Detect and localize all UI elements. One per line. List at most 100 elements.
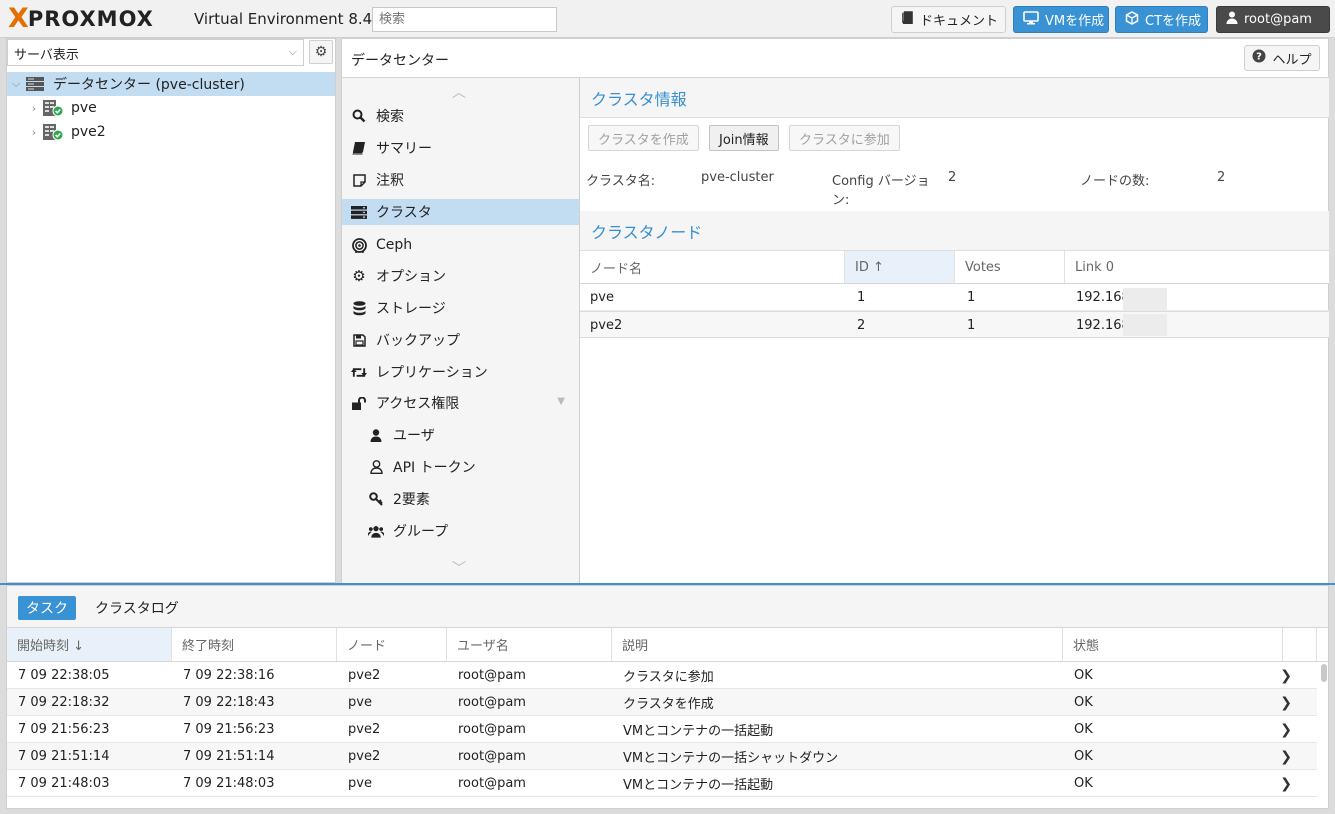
menu-item-options[interactable]: ⚙ オプション [342,263,579,289]
cell-node: pve2 [348,668,381,683]
column-header-id[interactable]: ID ↑ [845,251,955,283]
chevron-right-icon[interactable]: ❯ [1280,716,1292,743]
bottom-tab-bar: タスク クラスタログ [7,586,1328,628]
column-header-node-name[interactable]: ノード名 [580,251,845,283]
chevron-right-icon[interactable]: ❯ [1280,689,1292,716]
help-button[interactable]: ? ヘルプ [1244,45,1320,71]
user-menu-button[interactable]: root@pam [1216,6,1330,33]
table-row[interactable]: 7 09 22:38:05 7 09 22:38:16 pve2 root@pa… [7,662,1317,689]
cell-end-time: 7 09 21:51:14 [183,749,275,764]
menu-item-storage[interactable]: ストレージ [342,295,579,321]
tree-item-node-pve[interactable]: › pve [7,96,335,120]
tree-item-datacenter[interactable]: ⌵ データセンター (pve-cluster) [7,72,335,96]
column-header-end-time[interactable]: 終了時刻 [172,628,337,661]
menu-item-label: 注釈 [376,173,404,189]
menu-item-cluster[interactable]: クラスタ [342,199,579,225]
node-count-label: ノードの数: [1080,174,1150,189]
redaction-block [1123,314,1167,336]
chevron-down-icon: ⌵ [288,45,297,58]
tasks-grid-header: 開始時刻 ↓ 終了時刻 ノード ユーザ名 説明 状態 [7,628,1328,662]
scroll-up-icon[interactable]: ︿ [452,82,466,102]
menu-item-replication[interactable]: レプリケーション [342,359,579,385]
table-row[interactable]: 7 09 21:48:03 7 09 21:48:03 pve root@pam… [7,770,1317,797]
column-header-user[interactable]: ユーザ名 [447,628,612,661]
column-header-description[interactable]: 説明 [612,628,1063,661]
menu-item-label: アクセス権限 [376,396,460,412]
key-icon [368,492,384,506]
tree-item-label: データセンター (pve-cluster) [53,77,245,93]
menu-item-ceph[interactable]: Ceph [342,232,579,258]
menu-item-search[interactable]: 検索 [342,103,579,129]
menu-item-backup[interactable]: バックアップ [342,327,579,353]
menu-item-groups[interactable]: グループ [342,518,579,544]
search-icon [351,109,367,123]
column-header-status[interactable]: 状態 [1063,628,1283,661]
cell-start-time: 7 09 21:51:14 [18,749,110,764]
view-selector-value: サーバ表示 [14,48,79,63]
tree-item-node-pve2[interactable]: › pve2 [7,120,335,144]
desktop-icon [1023,10,1039,29]
scrollbar-thumb[interactable] [1321,664,1327,682]
table-row[interactable]: 7 09 21:51:14 7 09 21:51:14 pve2 root@pa… [7,743,1317,770]
menu-item-permissions[interactable]: アクセス権限 ▼ [342,390,579,416]
proxmox-logo[interactable]: X PROXMOX [8,5,154,32]
create-ct-button[interactable]: CTを作成 [1115,6,1208,33]
join-cluster-button[interactable]: クラスタに参加 [789,125,900,151]
cluster-nodes-heading: クラスタノード [580,211,1329,251]
menu-item-label: グループ [393,524,449,540]
cell-start-time: 7 09 22:18:32 [18,695,110,710]
chevron-right-icon[interactable]: ❯ [1280,743,1292,770]
chevron-right-icon[interactable]: ❯ [1280,770,1292,797]
table-row[interactable]: pve2 2 1 192.168 [580,311,1329,338]
caret-down-icon[interactable]: ▼ [557,396,565,407]
content-header: データセンター ? ヘルプ [341,38,1329,78]
table-row[interactable]: 7 09 21:56:23 7 09 21:56:23 pve2 root@pa… [7,716,1317,743]
tasks-scrollbar[interactable] [1320,664,1328,804]
gear-icon: ⚙ [314,44,328,60]
menu-item-notes[interactable]: 注釈 [342,167,579,193]
cell-node-name: pve [590,290,614,305]
cell-status: OK [1074,776,1093,791]
column-header-link0[interactable]: Link 0 [1065,251,1329,283]
menu-item-label: クラスタ [376,205,432,221]
menu-item-users[interactable]: ユーザ [342,422,579,448]
cell-node: pve [348,776,372,791]
chevron-right-icon[interactable]: › [27,126,41,139]
column-header-node[interactable]: ノード [337,628,447,661]
menu-item-api-tokens[interactable]: API トークン [342,454,579,480]
search-input[interactable] [372,7,557,32]
menu-item-label: ストレージ [376,301,446,317]
logo-wordmark: PROXMOX [27,7,154,31]
create-cluster-button[interactable]: クラスタを作成 [588,125,699,151]
menu-item-label: Ceph [376,237,413,253]
tab-cluster-log[interactable]: クラスタログ [87,596,187,620]
cell-user: root@pam [458,722,526,737]
user-icon [368,428,384,442]
create-vm-button[interactable]: VMを作成 [1013,6,1109,33]
tab-tasks[interactable]: タスク [18,596,76,620]
column-header-votes[interactable]: Votes [955,251,1065,283]
chevron-down-icon[interactable]: ⌵ [9,77,23,91]
table-row[interactable]: pve 1 1 192.168 [580,284,1329,311]
config-version-label-line1: Config バージョ [832,174,930,189]
view-selector[interactable]: サーバ表示 ⌵ [7,39,304,66]
chevron-right-icon[interactable]: › [27,102,41,115]
view-settings-button[interactable]: ⚙ [309,40,333,64]
ceph-icon [351,237,367,253]
menu-item-label: オプション [376,269,446,285]
join-info-button[interactable]: Join情報 [709,125,779,151]
redaction-block [1123,288,1167,310]
node-online-icon [42,99,64,117]
column-header-start-time[interactable]: 開始時刻 ↓ [7,628,172,661]
page-title: データセンター [351,53,449,69]
menu-item-summary[interactable]: サマリー [342,135,579,161]
chevron-right-icon[interactable]: ❯ [1280,662,1292,689]
node-count-value: 2 [1217,170,1226,185]
cell-start-time: 7 09 21:56:23 [18,722,110,737]
table-row[interactable]: 7 09 22:18:32 7 09 22:18:43 pve root@pam… [7,689,1317,716]
menu-item-two-factor[interactable]: 2要素 [342,486,579,512]
scroll-down-icon[interactable]: ﹀ [452,558,466,578]
cell-link0: 192.168 [1076,318,1130,333]
documentation-button[interactable]: ドキュメント [891,6,1006,33]
menu-item-label: 検索 [376,109,404,125]
